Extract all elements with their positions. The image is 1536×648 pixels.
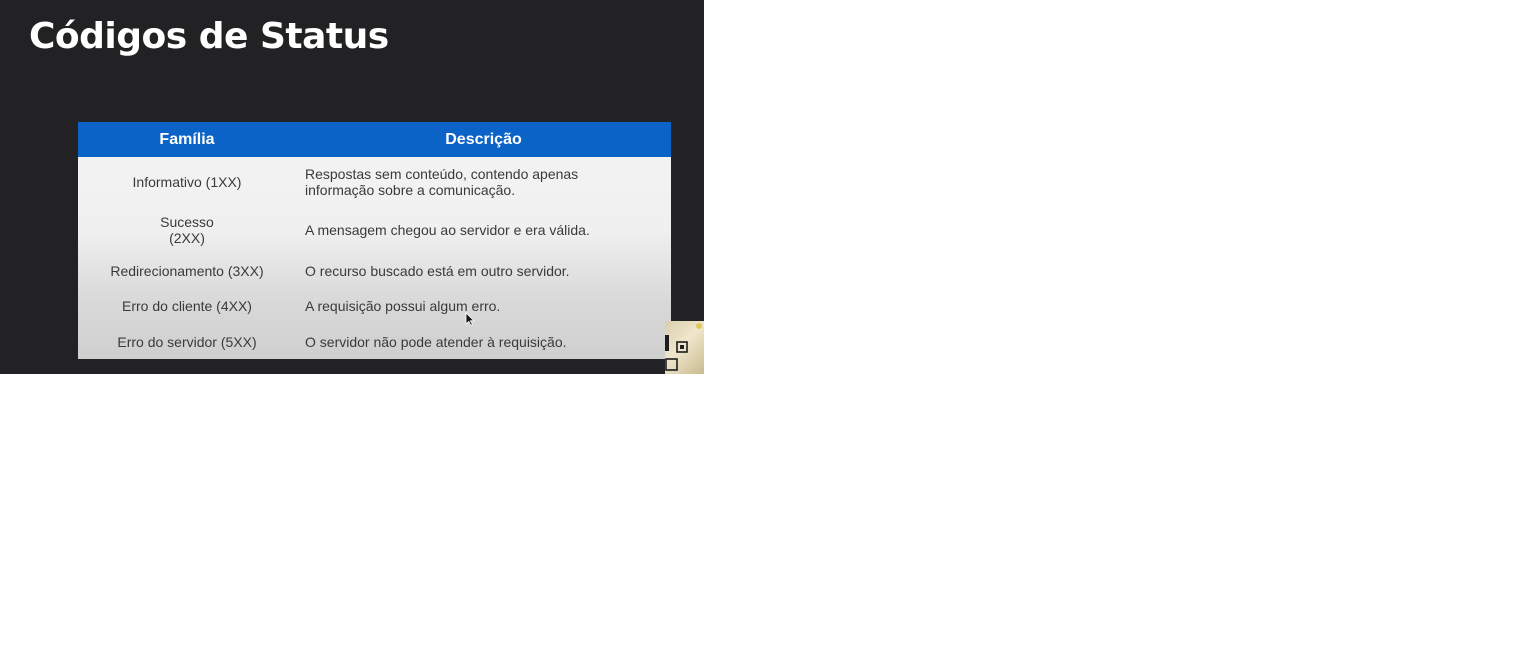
header-family: Família <box>159 130 215 148</box>
description-text: O recurso buscado está em outro servidor… <box>305 263 570 279</box>
description-cell: O servidor não pode atender à requisição… <box>296 324 671 359</box>
description-cell: A requisição possui algum erro. <box>296 288 671 324</box>
webcam-scene-icon <box>665 323 702 371</box>
description-text: O servidor não pode atender à requisição… <box>305 333 567 350</box>
description-text: A mensagem chegou ao servidor e era váli… <box>305 222 590 238</box>
family-text: Erro do cliente (4XX) <box>122 298 252 314</box>
header-description: Descrição <box>445 130 522 148</box>
table-row: Sucesso (2XX) A mensagem chegou ao servi… <box>78 206 671 254</box>
table-row: Erro do servidor (5XX) O servidor não po… <box>78 324 671 359</box>
slide-title: Códigos de Status <box>29 16 389 57</box>
family-cell: Erro do cliente (4XX) <box>78 288 296 324</box>
family-text: Sucesso <box>160 214 214 230</box>
description-text: Respostas sem conteúdo, contendo apenas <box>305 165 579 182</box>
status-codes-table: Família Descrição Informativo (1XX) Resp… <box>78 122 671 359</box>
webcam-overlay <box>665 321 704 374</box>
family-text: Informativo (1XX) <box>132 173 242 190</box>
family-text: Redirecionamento (3XX) <box>110 263 264 279</box>
description-text: A requisição possui algum erro. <box>305 298 501 314</box>
description-cell: Respostas sem conteúdo, contendo apenas … <box>296 157 671 206</box>
family-cell: Redirecionamento (3XX) <box>78 254 296 288</box>
arrow-cursor-icon <box>465 312 475 326</box>
family-cell: Informativo (1XX) <box>78 157 296 206</box>
table-header-row: Família Descrição <box>78 122 671 157</box>
description-text: informação sobre a comunicação. <box>305 181 516 198</box>
description-cell: O recurso buscado está em outro servidor… <box>296 254 671 288</box>
slide: Códigos de Status Família Descrição Info… <box>0 0 704 374</box>
table-row: Redirecionamento (3XX) O recurso buscado… <box>78 254 671 288</box>
family-text: (2XX) <box>169 230 205 246</box>
description-cell: A mensagem chegou ao servidor e era váli… <box>296 206 671 254</box>
family-text: Erro do servidor (5XX) <box>117 333 257 350</box>
family-cell: Sucesso (2XX) <box>78 206 296 254</box>
table-row: Informativo (1XX) Respostas sem conteúdo… <box>78 157 671 206</box>
table-row: Erro do cliente (4XX) A requisição possu… <box>78 288 671 324</box>
family-cell: Erro do servidor (5XX) <box>78 324 296 359</box>
